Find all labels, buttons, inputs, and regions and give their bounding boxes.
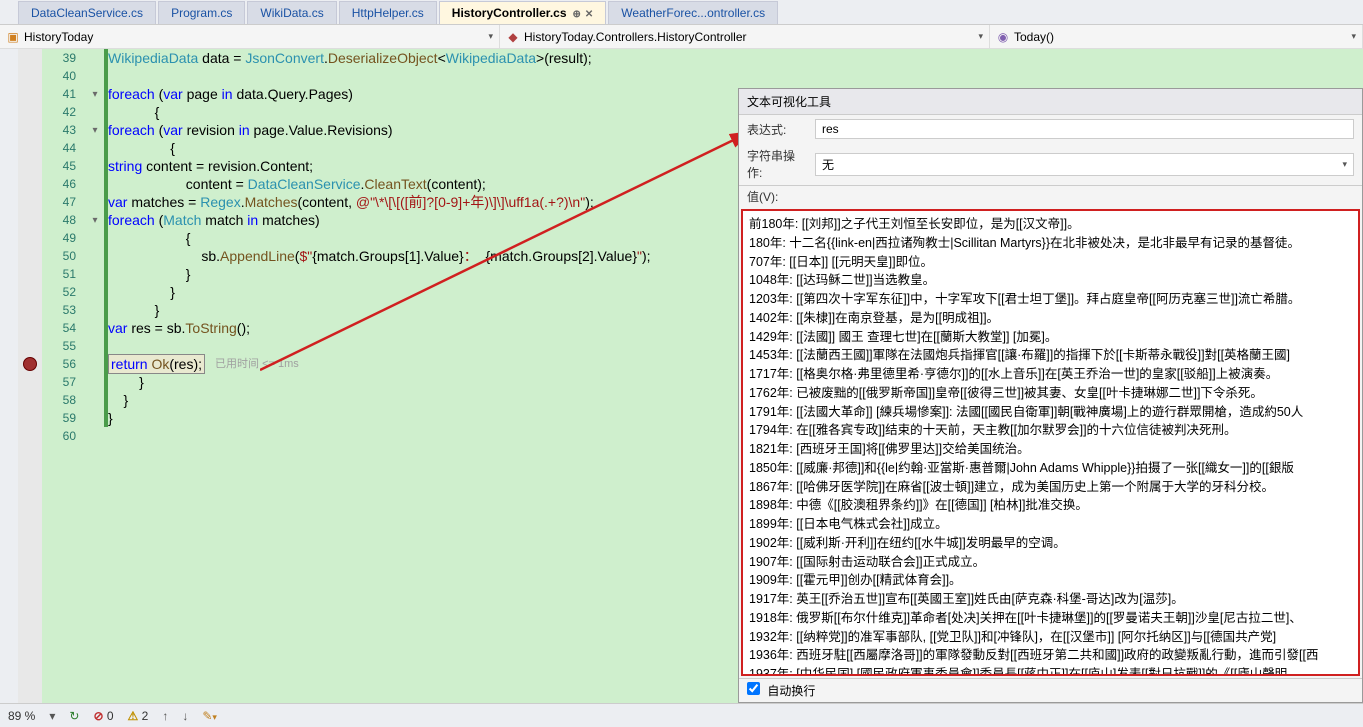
namespace-icon: ▣ (6, 30, 20, 44)
result-line: 1821年: [西班牙王国]将[[佛罗里达]]交给美国统治。 (749, 440, 1352, 459)
breadcrumb-namespace-label: HistoryToday (24, 30, 93, 44)
value-content[interactable]: 前180年: [[刘邦]]之子代王刘恒至长安即位，是为[[汉文帝]]。180年:… (741, 209, 1360, 676)
line-number-gutter: 3940414243444546474849505152535455565758… (42, 49, 82, 703)
breadcrumb: ▣ HistoryToday ▾ ◆ HistoryToday.Controll… (0, 25, 1363, 49)
warnings-indicator[interactable]: ⚠ 2 (128, 709, 149, 723)
method-icon: ◉ (996, 30, 1010, 44)
down-arrow-icon[interactable]: ↓ (182, 709, 188, 723)
result-line: 1918年: 俄罗斯[[布尔什维克]]革命者[处决]关押在[[叶卡捷琳堡]]的[… (749, 609, 1352, 628)
file-tab[interactable]: HistoryController.cs⊕✕ (439, 1, 606, 24)
result-line: 1429年: [[法國]] 國王 查理七世]在[[蘭斯大教堂]] [加冕]。 (749, 328, 1352, 347)
errors-indicator[interactable]: ⊘ 0 (93, 709, 113, 723)
breadcrumb-class-label: HistoryToday.Controllers.HistoryControll… (524, 30, 747, 44)
status-bar: 89 % ▾ ↻ ⊘ 0 ⚠ 2 ↑ ↓ ✎▾ (0, 703, 1363, 727)
result-line: 1453年: [[法蘭西王國]]軍隊在法國炮兵指揮官[[讓·布羅]]的指揮下於[… (749, 346, 1352, 365)
panel-footer: 自动换行 (739, 678, 1362, 702)
result-line: 1936年: 西班牙駐[[西屬摩洛哥]]的軍隊發動反對[[西班牙第二共和國]]政… (749, 646, 1352, 665)
breadcrumb-class[interactable]: ◆ HistoryToday.Controllers.HistoryContro… (500, 25, 990, 48)
edit-icon[interactable]: ✎▾ (202, 709, 217, 723)
breadcrumb-namespace[interactable]: ▣ HistoryToday ▾ (0, 25, 500, 48)
expression-label: 表达式: (747, 121, 807, 138)
result-line: 1402年: [[朱棣]]在南京登基，是为[[明成祖]]。 (749, 309, 1352, 328)
result-line: 1791年: [[法國大革命]] [練兵場慘案]]: 法國[[國民自衛軍]]朝[… (749, 403, 1352, 422)
expression-row: 表达式: res (739, 115, 1362, 143)
result-line: 1762年: 已被废黜的[[俄罗斯帝国]]皇帝[[彼得三世]]被其妻、女皇[[叶… (749, 384, 1352, 403)
result-line: 1717年: [[格奥尔格·弗里德里希·亨德尔]]的[[水上音乐]]在[英王乔治… (749, 365, 1352, 384)
up-arrow-icon[interactable]: ↑ (162, 709, 168, 723)
auto-wrap-label: 自动换行 (767, 684, 815, 698)
result-line: 1909年: [[霍元甲]]创办[[精武体育会]]。 (749, 571, 1352, 590)
result-line: 1850年: [[威廉·邦德]]和{{le|约翰·亚當斯·惠普爾|John Ad… (749, 459, 1352, 478)
string-op-label: 字符串操作: (747, 147, 807, 181)
chevron-down-icon: ▾ (488, 31, 493, 42)
result-line: 1898年: 中德《[[胶澳租界条约]]》在[[德国]] [柏林]]批准交换。 (749, 496, 1352, 515)
result-line: 1867年: [[哈佛牙医学院]]在麻省[[波士頓]]建立，成为美国历史上第一个… (749, 478, 1352, 497)
result-line: 1203年: [[第四次十字军东征]]中，十字军攻下[[君士坦丁堡]]。拜占庭皇… (749, 290, 1352, 309)
file-tab[interactable]: Program.cs (158, 1, 245, 24)
left-rail (0, 49, 18, 703)
result-line: 前180年: [[刘邦]]之子代王刘恒至长安即位，是为[[汉文帝]]。 (749, 215, 1352, 234)
result-line: 1937年: [中华民国] [國民政府軍事委員會]]委員長[[蔣中正]]在[[庐… (749, 665, 1352, 676)
panel-title: 文本可视化工具 (739, 89, 1362, 115)
result-line: 707年: [[日本]] [[元明天皇]]即位。 (749, 253, 1352, 272)
chevron-down-icon: ▾ (978, 31, 983, 42)
expression-input[interactable]: res (815, 119, 1354, 139)
breakpoint-gutter[interactable] (18, 49, 42, 703)
chevron-down-icon: ▾ (1351, 31, 1356, 42)
left-gutter-header (0, 0, 18, 24)
chevron-down-icon: ▾ (1342, 159, 1347, 170)
zoom-level[interactable]: 89 % (8, 709, 35, 723)
text-visualizer-panel: 文本可视化工具 表达式: res 字符串操作: 无 ▾ 值(V): 前180年:… (738, 88, 1363, 703)
file-tab[interactable]: WeatherForec...ontroller.cs (608, 1, 778, 24)
file-tabs: DataCleanService.csProgram.csWikiData.cs… (0, 0, 1363, 25)
file-tab[interactable]: DataCleanService.cs (18, 1, 156, 24)
result-line: 1917年: 英王[[乔治五世]]宣布[[英國王室]]姓氏由[萨克森·科堡-哥达… (749, 590, 1352, 609)
file-tab[interactable]: HttpHelper.cs (339, 1, 437, 24)
result-line: 1794年: 在[[雅各宾专政]]结束的十天前，天主教[[加尔默罗会]]的十六位… (749, 421, 1352, 440)
string-op-select[interactable]: 无 ▾ (815, 153, 1354, 176)
auto-wrap-checkbox[interactable] (747, 682, 760, 695)
breadcrumb-method-label: Today() (1014, 30, 1054, 44)
result-line: 1899年: [[日本电气株式会社]]成立。 (749, 515, 1352, 534)
file-tab[interactable]: WikiData.cs (247, 1, 336, 24)
close-icon[interactable]: ✕ (585, 9, 593, 20)
result-line: 180年: 十二名{{link-en|西拉诸殉教士|Scillitan Mart… (749, 234, 1352, 253)
result-line: 1907年: [[国际射击运动联合会]]正式成立。 (749, 553, 1352, 572)
string-op-row: 字符串操作: 无 ▾ (739, 143, 1362, 185)
value-label: 值(V): (739, 185, 1362, 207)
class-icon: ◆ (506, 30, 520, 44)
result-line: 1902年: [[威利斯·开利]]在纽约[[水牛城]]发明最早的空调。 (749, 534, 1352, 553)
pin-icon[interactable]: ⊕ (573, 9, 581, 20)
result-line: 1048年: [[达玛稣二世]]当选教皇。 (749, 271, 1352, 290)
refresh-icon[interactable]: ↻ (69, 709, 79, 723)
result-line: 1932年: [[纳粹党]]的准军事部队, [[党卫队]]和[冲锋队]，在[[汉… (749, 628, 1352, 647)
breadcrumb-method[interactable]: ◉ Today() ▾ (990, 25, 1363, 48)
breakpoint-icon[interactable] (23, 357, 37, 371)
status-separator: ▾ (49, 709, 55, 723)
